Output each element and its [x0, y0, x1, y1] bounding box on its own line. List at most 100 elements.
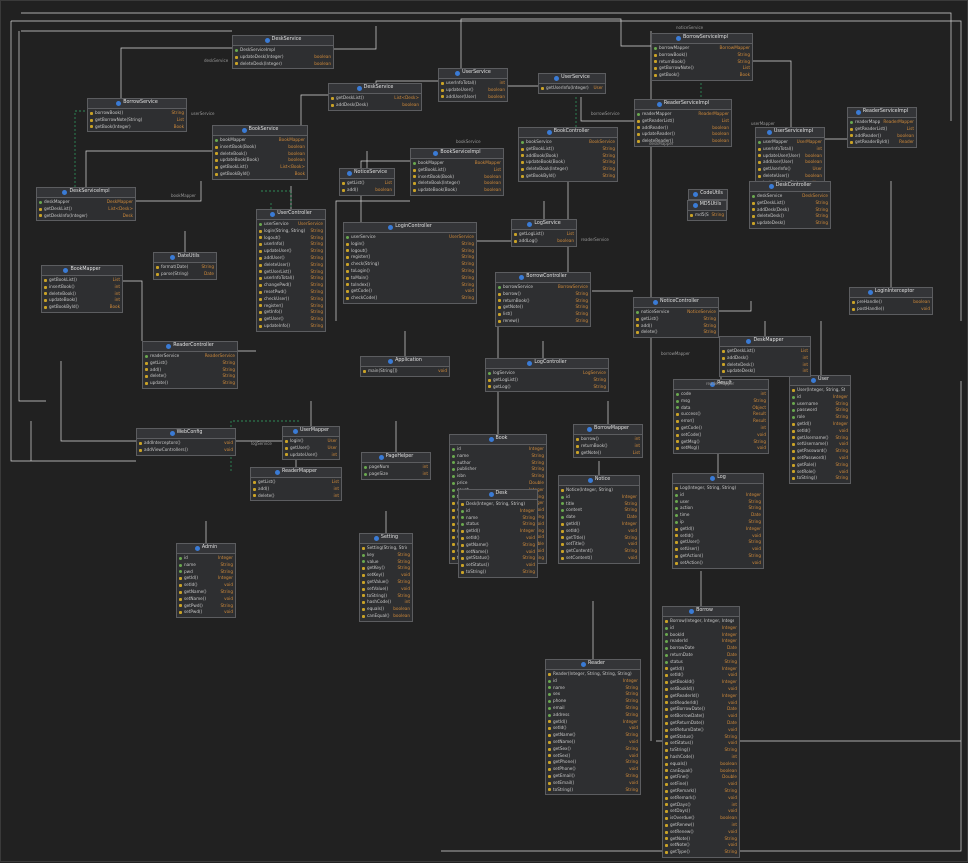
method-icon	[363, 369, 366, 373]
class-member: setStatus() void	[663, 740, 739, 747]
member-name: setId()	[553, 725, 567, 731]
method-icon	[413, 189, 416, 193]
class-box[interactable]: ReaderController readerService ReaderServi…	[142, 341, 238, 389]
member-section: getBookList() List insertBook() int deleteBo…	[42, 276, 122, 312]
class-member: getReaderList() List	[635, 118, 731, 125]
class-box[interactable]: DateUtils format(Date) String parse(String)…	[153, 252, 217, 280]
member-name: name	[457, 452, 469, 458]
class-box[interactable]: WebConfig addInterceptors() void addViewCon…	[136, 428, 236, 456]
class-member: deleteDesk() int	[720, 362, 810, 369]
class-member: setValue() void	[360, 586, 412, 593]
class-box[interactable]: NoticeService getList() List add() boolean	[339, 168, 395, 196]
class-box[interactable]: DeskService DeskServiceImpl updateDesk(Int…	[232, 35, 334, 70]
field-icon	[548, 706, 551, 710]
member-name: password	[797, 407, 817, 413]
field-icon	[259, 222, 262, 226]
member-section: readerService ReaderService getList() Strin…	[143, 352, 237, 388]
class-box[interactable]: SettingSetting(String, String)keyStringv…	[359, 533, 413, 622]
method-icon	[665, 817, 668, 820]
class-member: setId() void	[459, 535, 537, 542]
class-box[interactable]: Application main(String[]) void	[360, 356, 450, 377]
class-box[interactable]: DeskController deskService DeskService getD…	[749, 181, 831, 229]
class-box[interactable]: LogService getLogList() List addLog() boolea…	[511, 219, 577, 247]
class-box[interactable]: BookMapper getBookList() List insertBook() i…	[41, 265, 123, 313]
class-member: updateBook(Book) boolean	[411, 187, 503, 194]
method-icon	[285, 453, 288, 457]
class-box[interactable]: BorrowService borrowBook() String getBorrow…	[87, 98, 187, 133]
member-name: getInfo()	[264, 309, 283, 315]
member-name: status	[670, 658, 683, 664]
class-member: id Integer	[790, 394, 850, 401]
class-member: addReader() boolean	[635, 125, 731, 132]
class-box[interactable]: Admin id Integer name String pwd String getId()…	[176, 543, 236, 619]
class-box[interactable]: LoginController userService UserService log…	[343, 222, 477, 304]
class-member: bookMapper BookMapper	[411, 160, 503, 167]
class-box[interactable]: Notice Notice(Integer, String) id Integer ti…	[558, 475, 640, 564]
class-box[interactable]: UserServiceImpl userMapper UserMapper userI…	[755, 127, 825, 189]
class-box[interactable]: UserController userService UserService logi…	[256, 209, 326, 332]
class-box[interactable]: BookServiceImpl bookMapper BookMapper getBo…	[410, 148, 504, 196]
member-name: updateBook(Book)	[220, 157, 259, 163]
association-line	[719, 301, 752, 312]
class-box[interactable]: ReaderServiceImplreaderMapperReaderMappe…	[634, 99, 732, 147]
class-box[interactable]: DeskServiceImpl deskMapper DeskMapper getDe…	[36, 187, 136, 222]
class-box[interactable]: PageHelper pageNum int pageSize int	[361, 452, 431, 480]
class-box[interactable]: LoginInterceptor preHandle() boolean postHa…	[849, 287, 933, 315]
class-member: checkUser() String	[257, 296, 325, 303]
member-type: boolean	[712, 138, 729, 144]
class-box[interactable]: BookController bookService BookService getB…	[518, 127, 618, 182]
class-box[interactable]: Log Log(Integer, String, String) id Integer…	[672, 473, 764, 569]
class-box[interactable]: NoticeController noticeService NoticeServi…	[633, 297, 719, 339]
class-box[interactable]: UserService getUserInfo(Integer) User	[538, 73, 606, 94]
class-box[interactable]: LogController logService LogService getLogL…	[485, 358, 609, 393]
class-box[interactable]: BorrowMapper borrow() int returnBook() int ge…	[573, 424, 643, 459]
class-member: getUserList() String	[257, 269, 325, 276]
member-type: void	[224, 440, 233, 445]
class-box[interactable]: BorrowController borrowService BorrowServi…	[495, 272, 591, 327]
class-box[interactable]: DeskMapper getDeskList() List addDesk() int d…	[719, 336, 811, 378]
member-type: String	[171, 110, 185, 115]
class-box[interactable]: ReaderServiceImplreaderMapperReaderMappe…	[847, 107, 917, 149]
class-header: BorrowController	[496, 273, 590, 283]
class-member: Reader(Integer, String, String, String)	[546, 671, 640, 678]
class-icon	[867, 290, 873, 295]
class-member: addBook(Book) String	[519, 153, 617, 160]
class-box[interactable]: BorrowServiceImpl borrowMapper BorrowMappe…	[651, 33, 753, 81]
member-type: Integer	[519, 507, 535, 513]
class-member: Desk(Integer, String, String)	[459, 501, 537, 508]
member-type: String	[310, 275, 324, 281]
member-type: boolean	[805, 172, 822, 178]
class-box[interactable]: BookService bookMapper BookMapper insertBoo…	[212, 125, 308, 180]
class-box[interactable]: UserMapper login() User getUser() User update…	[282, 426, 340, 461]
member-type: String	[724, 787, 738, 793]
class-member: setEmail() void	[546, 780, 640, 787]
class-member: login() User	[283, 438, 339, 445]
method-icon	[561, 529, 564, 533]
class-box[interactable]: Desk Desk(Integer, String, String) id Integ…	[458, 489, 538, 578]
member-section: preHandle() boolean postHandle() void	[850, 298, 932, 314]
class-box[interactable]: DeskService getDeskList() List<Desk> addDes…	[328, 83, 422, 111]
member-name: bookId	[670, 631, 685, 637]
method-icon	[452, 556, 455, 560]
member-name: bookMapper	[418, 160, 445, 165]
class-box[interactable]: ReaderMapper getList() List add() int delete(…	[250, 467, 342, 502]
member-name: toIndex()	[351, 281, 370, 287]
class-member: getAction() String	[673, 553, 763, 560]
class-member: userInfoTotal() int	[756, 146, 824, 153]
class-member: getLogList() String	[486, 377, 608, 384]
class-member: getType() String	[663, 849, 739, 856]
member-section: Desk(Integer, String, String) id Integer na…	[459, 500, 537, 577]
member-name: setName()	[553, 738, 576, 744]
class-box[interactable]: User User(Integer, String, String, String…	[789, 375, 851, 485]
class-icon	[675, 36, 681, 41]
class-box[interactable]: Borrow Borrow(Integer, Integer, Integer) i…	[662, 606, 740, 858]
method-icon	[665, 776, 668, 780]
class-member: addUser() String	[257, 255, 325, 262]
class-member: getEmail() String	[546, 773, 640, 780]
class-box[interactable]: Result code int msg String data Object success(…	[673, 379, 769, 455]
class-member: getReturnDate() Date	[663, 720, 739, 727]
class-box[interactable]: UserService userInfoTotal() int updateUser(…	[438, 68, 508, 103]
class-box[interactable]: MD5Utils md5(String)String	[687, 200, 727, 221]
class-box[interactable]: Reader Reader(Integer, String, String, St…	[545, 659, 641, 796]
class-icon	[653, 300, 659, 305]
